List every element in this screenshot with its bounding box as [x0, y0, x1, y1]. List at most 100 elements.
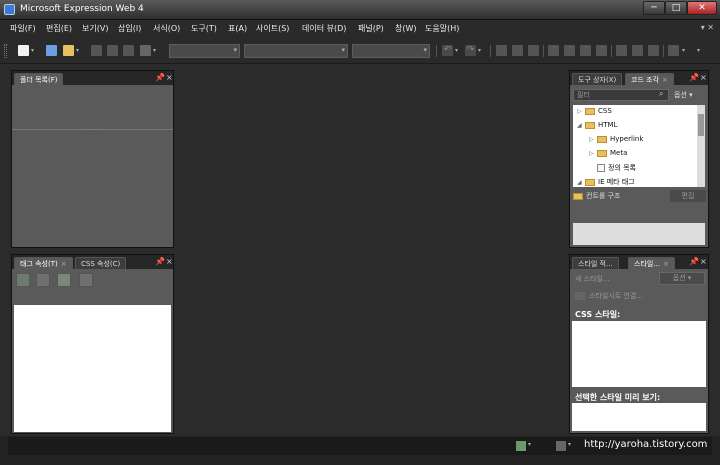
- redo-dropdown-icon[interactable]: ▾: [478, 45, 484, 56]
- undo-dropdown-icon[interactable]: ▾: [455, 45, 461, 56]
- compatibility-icon[interactable]: [516, 441, 526, 451]
- undo-icon[interactable]: ↶: [442, 45, 453, 56]
- collapse-icon[interactable]: ◢: [577, 179, 585, 186]
- tab-manage-styles[interactable]: 스타일... ×: [628, 257, 675, 269]
- preview-dropdown-icon[interactable]: ▾: [153, 45, 159, 56]
- tab-css-properties[interactable]: CSS 속성(C): [75, 257, 127, 269]
- bulleted-list-icon[interactable]: [632, 45, 643, 56]
- close-panel-icon[interactable]: ×: [700, 73, 707, 82]
- save-all-icon[interactable]: [107, 45, 118, 56]
- options-button[interactable]: 옵션 ▾: [674, 90, 693, 100]
- splitter-grip[interactable]: .....: [84, 124, 100, 132]
- close-panel-icon[interactable]: ×: [166, 73, 173, 82]
- close-tab-icon[interactable]: ×: [662, 76, 668, 84]
- status-bar: ▾ ▾ http://yaroha.tistory.com: [8, 437, 712, 455]
- tag-properties-grid[interactable]: [14, 305, 171, 432]
- pin-icon[interactable]: 📌: [689, 73, 699, 82]
- open-icon[interactable]: [63, 45, 74, 56]
- common-toolbar: ▾ ▾ ▾ ▾ ▾ ▾ ↶ ▾ ↷ ▾ ▾ ▾: [0, 38, 720, 64]
- accessibility-dropdown-icon[interactable]: ▾: [568, 441, 571, 448]
- expand-icon[interactable]: ▷: [577, 108, 585, 115]
- open-dropdown-icon[interactable]: ▾: [76, 45, 82, 56]
- close-tab-icon[interactable]: ×: [61, 260, 67, 268]
- menu-data-view[interactable]: 데이터 뷰(D): [302, 23, 346, 34]
- font-family-combo[interactable]: ▾: [244, 44, 348, 58]
- style-combo[interactable]: ▾: [169, 44, 240, 58]
- menu-help[interactable]: 도움말(H): [425, 23, 459, 34]
- pin-icon[interactable]: 📌: [155, 73, 165, 82]
- font-size-combo[interactable]: ▾: [352, 44, 430, 58]
- menu-panels[interactable]: 패널(P): [358, 23, 384, 34]
- title-bar: Microsoft Expression Web 4 ─ □ ✕: [0, 0, 720, 20]
- search-icon[interactable]: ⌕: [659, 89, 663, 99]
- save-icon[interactable]: [91, 45, 102, 56]
- close-panel-icon[interactable]: ×: [166, 257, 173, 266]
- expand-icon[interactable]: ▷: [589, 150, 597, 157]
- close-button[interactable]: ✕: [687, 1, 717, 15]
- publish-icon[interactable]: [123, 45, 134, 56]
- tree-item-html[interactable]: ◢ HTML: [577, 121, 617, 133]
- menu-view[interactable]: 보기(V): [82, 23, 108, 34]
- tree-item-hyperlink[interactable]: ▷ Hyperlink: [589, 135, 643, 147]
- menu-edit[interactable]: 편집(E): [46, 23, 72, 34]
- outdent-icon[interactable]: [648, 45, 659, 56]
- accessibility-icon[interactable]: [556, 441, 566, 451]
- menu-file[interactable]: 파일(F): [10, 23, 36, 34]
- menu-insert[interactable]: 삽입(I): [118, 23, 141, 34]
- numbered-list-icon[interactable]: [616, 45, 627, 56]
- css-styles-list[interactable]: [572, 321, 706, 387]
- menu-table[interactable]: 표(A): [228, 23, 247, 34]
- new-style-link[interactable]: 새 스타일...: [575, 274, 610, 284]
- events-icon[interactable]: [79, 273, 93, 287]
- borders-dropdown-icon[interactable]: ▾: [682, 45, 688, 56]
- bold-icon[interactable]: [496, 45, 507, 56]
- menu-format[interactable]: 서식(O): [153, 23, 180, 34]
- new-dropdown-icon[interactable]: ▾: [31, 45, 37, 56]
- filter-input[interactable]: 필터: [573, 89, 669, 101]
- edit-button[interactable]: 편집: [670, 190, 706, 202]
- pin-icon[interactable]: 📌: [155, 257, 165, 266]
- compatibility-dropdown-icon[interactable]: ▾: [528, 441, 531, 448]
- tree-item-definition-list[interactable]: 정의 목록: [597, 163, 636, 175]
- borders-icon[interactable]: [668, 45, 679, 56]
- menu-bar-controls[interactable]: ▾ ✕: [701, 23, 714, 32]
- tree-item-css[interactable]: ▷ CSS: [577, 107, 612, 119]
- close-panel-icon[interactable]: ×: [700, 257, 707, 266]
- open-site-icon[interactable]: [46, 45, 57, 56]
- tree-item-meta[interactable]: ▷ Meta: [589, 149, 627, 161]
- pin-icon[interactable]: 📌: [689, 257, 699, 266]
- categorized-icon[interactable]: [16, 273, 30, 287]
- align-right-icon[interactable]: [580, 45, 591, 56]
- tab-folder-list[interactable]: 폴더 목록(F): [14, 73, 64, 85]
- attach-stylesheet-link[interactable]: 스타일시트 연결...: [589, 291, 643, 301]
- scrollbar-thumb[interactable]: [698, 114, 704, 136]
- expand-icon[interactable]: ▷: [589, 136, 597, 143]
- menu-tools[interactable]: 도구(T): [191, 23, 217, 34]
- redo-icon[interactable]: ↷: [465, 45, 476, 56]
- collapse-icon[interactable]: ◢: [577, 122, 585, 129]
- justify-icon[interactable]: [596, 45, 607, 56]
- maximize-button[interactable]: □: [665, 1, 687, 15]
- menu-window[interactable]: 창(W): [395, 23, 417, 34]
- underline-icon[interactable]: [528, 45, 539, 56]
- tab-code-snippets[interactable]: 코드 조각 ×: [625, 73, 674, 85]
- options-button[interactable]: 옵션 ▾: [659, 272, 705, 285]
- show-set-properties-icon[interactable]: [57, 273, 71, 287]
- tab-apply-styles[interactable]: 스타일 적...: [572, 257, 619, 269]
- toolbar-grip[interactable]: [4, 44, 7, 58]
- footer-folder-label: 컨트롤 구조: [573, 191, 620, 201]
- toolbar-options-icon[interactable]: ▾: [697, 45, 703, 56]
- italic-icon[interactable]: [512, 45, 523, 56]
- new-page-icon[interactable]: [18, 45, 29, 56]
- preview-icon[interactable]: [140, 45, 151, 56]
- align-center-icon[interactable]: [564, 45, 575, 56]
- tab-toolbox[interactable]: 도구 상자(X): [572, 73, 623, 85]
- tree-scrollbar[interactable]: [697, 105, 705, 187]
- align-left-icon[interactable]: [548, 45, 559, 56]
- alphabetical-icon[interactable]: [36, 273, 50, 287]
- menu-site[interactable]: 사이트(S): [256, 23, 289, 34]
- minimize-button[interactable]: ─: [643, 1, 665, 15]
- tab-tag-properties[interactable]: 태그 속성(T) ×: [14, 257, 73, 269]
- close-tab-icon[interactable]: ×: [663, 260, 669, 268]
- tree-item-ie-meta[interactable]: ◢ IE 메타 태그: [577, 177, 635, 189]
